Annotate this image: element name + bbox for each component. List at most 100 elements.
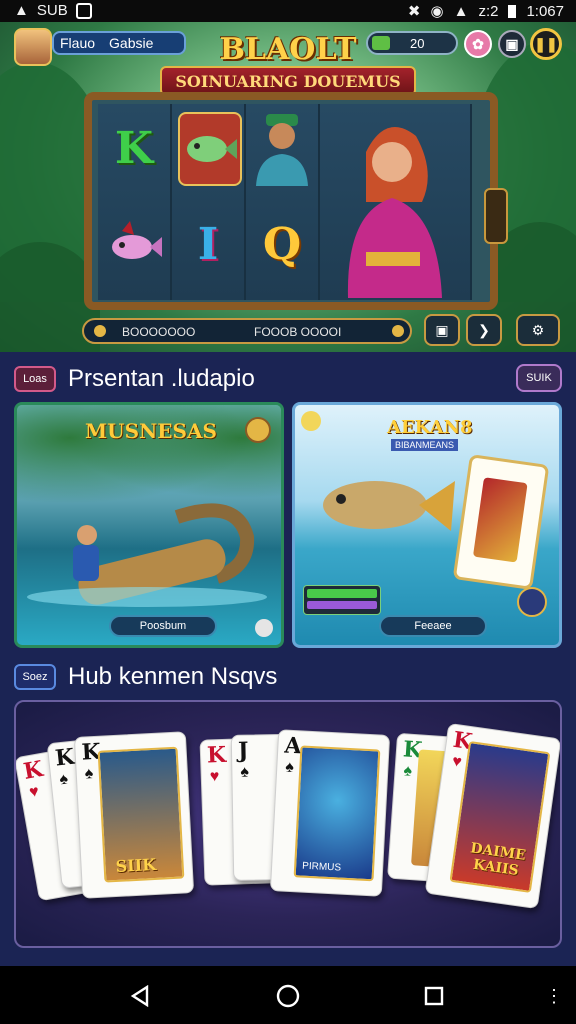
play-button[interactable]: Feeaee bbox=[379, 615, 487, 637]
coin-small-icon bbox=[94, 325, 106, 337]
back-icon bbox=[130, 985, 149, 1007]
recents-button[interactable] bbox=[418, 980, 450, 1012]
play-button[interactable]: Poosbum bbox=[109, 615, 217, 637]
section-featured-header: Loas Prsentan .ludapio bbox=[14, 364, 255, 394]
game-title: MUSNESAS bbox=[85, 419, 217, 443]
spade-icon: ♠ bbox=[84, 765, 94, 783]
character-icon bbox=[256, 114, 308, 186]
section-tag: Soez bbox=[14, 664, 56, 690]
section-cards-header: Soez Hub kenmen Nsqvs bbox=[14, 662, 277, 692]
gear-icon: ⚙ bbox=[531, 321, 545, 338]
notification-icon: ▲ bbox=[14, 2, 29, 19]
shop-button[interactable]: ▣ bbox=[498, 30, 526, 58]
card-rank: K bbox=[53, 743, 76, 772]
coin-end-icon bbox=[392, 325, 404, 337]
fish-icon bbox=[112, 221, 162, 259]
signal-icon: ▲ bbox=[453, 2, 469, 20]
cash-icon bbox=[372, 36, 390, 50]
pause-icon: ❚❚ bbox=[534, 35, 558, 52]
reel-symbol-character bbox=[252, 112, 312, 186]
progress-bar bbox=[303, 585, 381, 615]
game-card[interactable]: AEKAN8 BIBANMEANS Feeaee bbox=[292, 402, 562, 648]
heart-icon: ♥ bbox=[451, 752, 463, 772]
sort-button[interactable]: SUIK bbox=[516, 364, 562, 392]
section-title: Prsentan .ludapio bbox=[68, 365, 255, 392]
player-name-pill[interactable]: Flauo Gabsie bbox=[52, 31, 186, 55]
reel-2[interactable]: I bbox=[172, 104, 246, 300]
game-subtitle: BIBANMEANS bbox=[391, 439, 459, 451]
featured-card[interactable]: A ♠ PIRMUS bbox=[269, 729, 391, 897]
reel-symbol-i: I bbox=[197, 218, 219, 270]
spade-icon: ♠ bbox=[58, 770, 69, 789]
heart-icon: ♥ bbox=[27, 782, 41, 802]
reel-3[interactable]: Q bbox=[246, 104, 320, 300]
reel-symbol-k: K bbox=[114, 122, 154, 174]
green-fish-icon bbox=[187, 136, 237, 162]
reel-symbol-woman bbox=[326, 112, 464, 298]
more-vertical-icon: ⋮ bbox=[545, 985, 563, 1006]
gift-button[interactable]: ✿ bbox=[464, 30, 492, 58]
card-caption: PIRMUS bbox=[301, 860, 342, 874]
reel-symbol-q: Q bbox=[262, 218, 302, 270]
player-name: Flauo bbox=[60, 35, 96, 51]
wifi-icon: ◉ bbox=[430, 3, 444, 20]
bet-bar[interactable]: BOOOOOOO FOOOB OOOOI bbox=[82, 318, 412, 344]
spade-icon: ♠ bbox=[240, 763, 250, 781]
bet-left-value: BOOOOOOO bbox=[122, 325, 196, 339]
share-icon[interactable] bbox=[255, 619, 273, 637]
status-bar: ▲ SUB ✖ ◉ ▲ z:2 1:067 bbox=[0, 0, 576, 22]
card-rank: K bbox=[21, 756, 45, 785]
clock: 1:067 bbox=[526, 2, 564, 20]
card-caption: SIIK bbox=[115, 854, 157, 877]
signal-text: z:2 bbox=[478, 2, 499, 20]
reel-1[interactable]: K bbox=[98, 104, 172, 300]
star-badge-icon bbox=[301, 411, 321, 431]
game-title: AEKAN8 bbox=[387, 417, 473, 438]
reel-4-wild[interactable] bbox=[320, 104, 472, 300]
game-card[interactable]: MUSNESAS Poosbum bbox=[14, 402, 284, 648]
section-title: Hub kenmen Nsqvs bbox=[68, 663, 278, 690]
game-logo: BLAOLT bbox=[219, 32, 357, 67]
compass-icon[interactable] bbox=[517, 587, 547, 617]
section-tag: Loas bbox=[14, 366, 56, 392]
shop-icon: ▣ bbox=[505, 35, 519, 52]
featured-card[interactable]: K ♥ DAIME KAIIS bbox=[424, 722, 560, 910]
card-rank: K bbox=[206, 741, 227, 769]
spade-icon: ♠ bbox=[402, 762, 413, 780]
reel-symbol-fish-pink bbox=[104, 214, 164, 274]
spin-lever-button[interactable] bbox=[484, 188, 508, 244]
system-nav-bar: ⋮ bbox=[0, 966, 576, 1024]
gold-badge-icon bbox=[245, 417, 271, 443]
pause-button[interactable]: ❚❚ bbox=[530, 28, 562, 60]
card-showcase[interactable]: K ♥ K ♠ K ♠ SIIK K ♥ J ♠ A ♠ PIRMUS K ♠ … bbox=[14, 700, 562, 948]
cannon-scene-icon bbox=[27, 503, 267, 607]
battery-icon bbox=[508, 4, 517, 18]
reel-symbol-fish bbox=[178, 112, 242, 186]
gift-icon: ✿ bbox=[472, 35, 484, 52]
player-avatar[interactable] bbox=[14, 28, 52, 66]
chevron-right-icon: ❯ bbox=[478, 321, 490, 338]
bet-right-value: FOOOB OOOOI bbox=[254, 325, 342, 339]
hero-slot-panel: Flauo Gabsie BLAOLT SOINUARING DOUEMUS 2… bbox=[0, 22, 576, 352]
spade-icon: ♠ bbox=[284, 758, 295, 777]
carrier-label: SUB bbox=[36, 2, 68, 19]
more-button[interactable]: ⋮ bbox=[538, 980, 570, 1012]
playing-card-art bbox=[452, 454, 550, 590]
mute-icon: ✖ bbox=[407, 3, 421, 20]
coin-balance: 20 bbox=[410, 35, 425, 51]
heart-icon: ♥ bbox=[209, 768, 220, 786]
settings-button[interactable]: ⚙ bbox=[516, 314, 560, 346]
player-level: Gabsie bbox=[109, 35, 154, 51]
lock-button[interactable]: ▣ bbox=[424, 314, 460, 346]
fish-jump-icon bbox=[323, 481, 455, 531]
next-button[interactable]: ❯ bbox=[466, 314, 502, 346]
featured-card[interactable]: K ♠ SIIK bbox=[73, 731, 195, 899]
coin-balance-pill[interactable]: 20 bbox=[366, 31, 458, 55]
heroine-icon bbox=[347, 127, 442, 298]
home-button[interactable] bbox=[272, 980, 304, 1012]
lock-icon: ▣ bbox=[435, 321, 449, 338]
recents-icon bbox=[424, 986, 444, 1006]
back-button[interactable] bbox=[124, 980, 156, 1012]
app-notify-icon bbox=[75, 2, 92, 19]
slot-reels-frame: K I Q bbox=[84, 92, 498, 310]
